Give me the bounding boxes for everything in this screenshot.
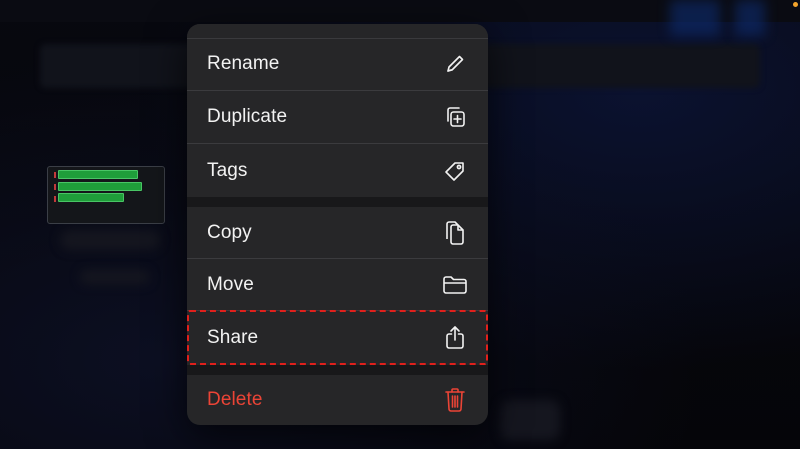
thumbnail-track-marker [54,196,56,202]
menu-item-share[interactable]: Share [187,311,488,365]
menu-item-label: Delete [207,389,263,410]
menu-item-delete[interactable]: Delete [187,375,488,425]
thumbnail-region [58,193,124,202]
blurred-background-element [60,230,160,250]
blurred-background-element [670,0,720,36]
menu-item-label: Move [207,273,254,295]
menu-header-strip [187,24,488,39]
folder-icon [442,272,468,298]
menu-item-copy[interactable]: Copy [187,207,488,259]
pencil-icon [442,51,468,77]
menu-item-label: Tags [207,159,248,181]
thumbnail-track-marker [54,172,56,178]
menu-item-label: Share [207,327,259,348]
recording-indicator-dot [793,2,798,7]
menu-group-separator [187,197,488,207]
trash-icon [442,387,468,413]
blurred-background-element [80,270,150,284]
tag-icon [442,158,468,184]
thumbnail-track-marker [54,184,56,190]
project-thumbnail[interactable] [47,166,165,224]
menu-group-separator [187,365,488,375]
menu-item-tags[interactable]: Tags [187,144,488,197]
menu-item-label: Rename [207,53,280,74]
menu-item-rename[interactable]: Rename [187,38,488,91]
thumbnail-region [58,170,138,179]
thumbnail-region [58,182,142,191]
blurred-background-element [500,400,560,440]
menu-item-duplicate[interactable]: Duplicate [187,91,488,144]
context-menu: Rename Duplicate Tags Copy Move Share De… [187,24,488,425]
menu-item-move[interactable]: Move [187,259,488,311]
menu-item-label: Copy [207,221,252,243]
blurred-background-element [735,0,765,36]
copy-icon [442,220,468,246]
duplicate-icon [442,104,468,130]
menu-item-label: Duplicate [207,106,288,127]
share-icon [442,325,468,351]
